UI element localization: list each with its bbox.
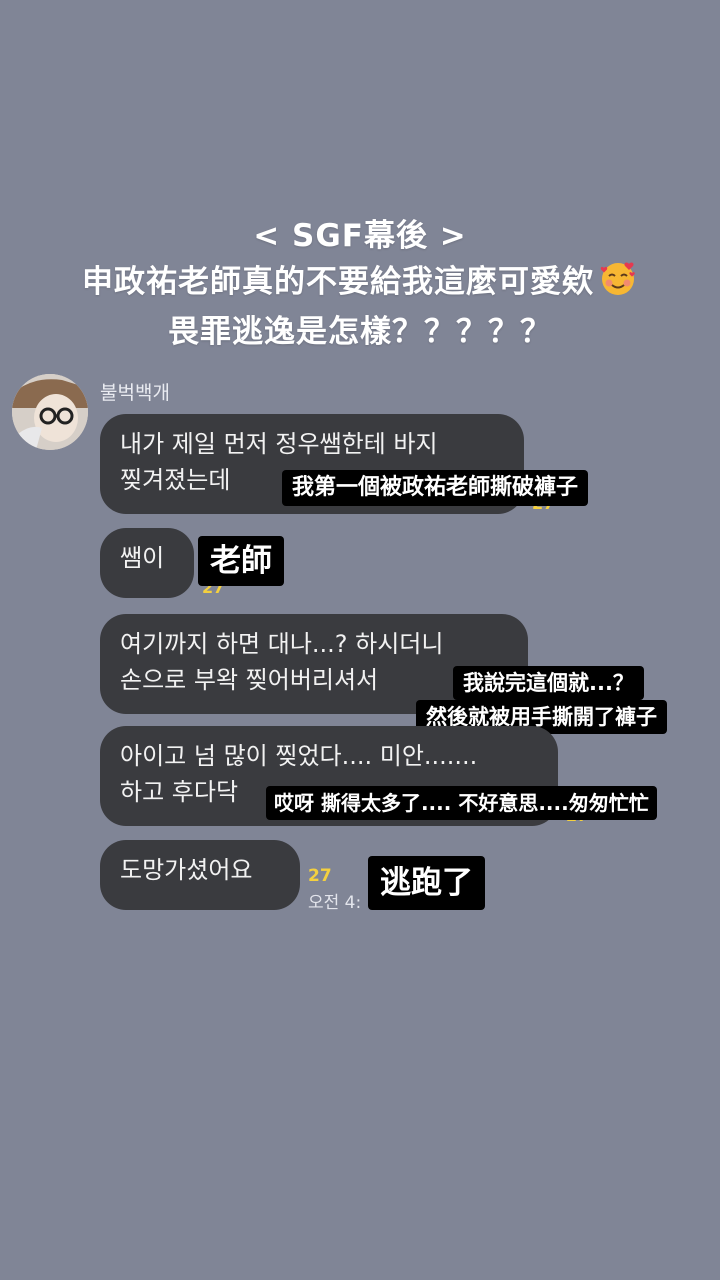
message-line: 여기까지 하면 대나...? 하시더니 (120, 630, 444, 658)
message-bubble[interactable]: 쌤이 (100, 528, 194, 598)
message-line: 내가 제일 먼저 정우쌤한테 바지 (120, 430, 438, 458)
sender-name: 불벅백개 (100, 382, 170, 404)
header-line-3: 畏罪逃逸是怎樣？？？？？ (168, 314, 552, 350)
translation-caption: 逃跑了 (368, 856, 485, 910)
message-line: 손으로 부왁 찢어버리셔서 (120, 666, 379, 694)
translation-caption: 哎呀 撕得太多了.... 不好意思....匆匆忙忙 (266, 786, 657, 820)
message-bubble[interactable]: 도망가셨어요 (100, 840, 300, 910)
header-line-2: 申政祐老師真的不要給我這麼可愛欸 (0, 258, 720, 310)
message-line: 도망가셨어요 (120, 856, 253, 884)
message-line: 쌤이 (120, 544, 165, 572)
translation-caption: 我第一個被政祐老師撕破褲子 (282, 470, 589, 506)
message-line: 아이고 넘 많이 찢었다.... 미안....... (120, 742, 478, 770)
header-line-1: < SGF幕後 > (253, 218, 467, 254)
unread-count: 27 (308, 866, 332, 886)
smiling-face-with-hearts-icon (598, 258, 638, 310)
message-time: 오전 4: (308, 893, 362, 913)
story-header: < SGF幕後 > 申政祐老師真的不要給我這麼可愛欸 畏罪逃逸是怎樣？？？？？ (0, 214, 720, 354)
header-line-2-text: 申政祐老師真的不要給我這麼可愛欸 (82, 264, 594, 300)
translation-caption: 老師 (198, 536, 284, 586)
translation-caption: 我說完這個就...？ (453, 666, 644, 700)
sender-avatar[interactable] (12, 374, 88, 450)
